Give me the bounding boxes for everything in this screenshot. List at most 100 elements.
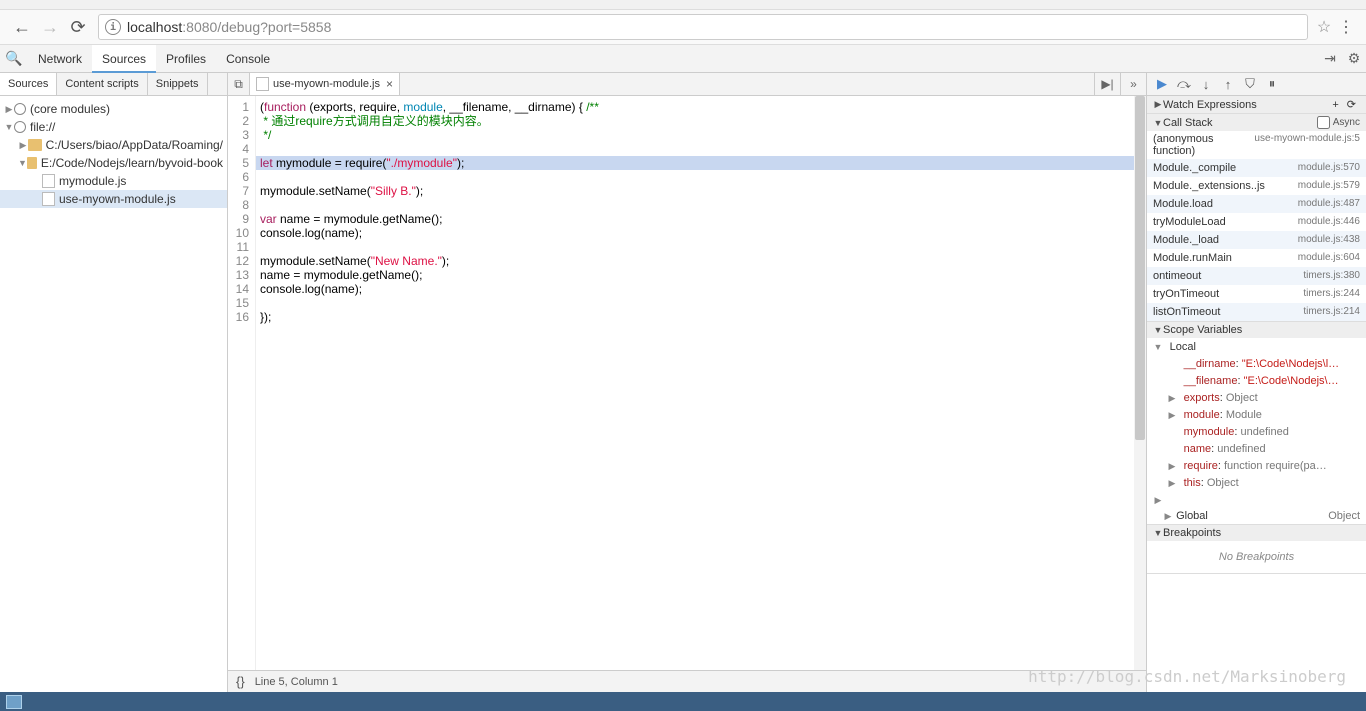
- code-editor[interactable]: 12345678910111213141516 (function (expor…: [228, 96, 1146, 670]
- scope-header[interactable]: ▼Scope Variables: [1147, 322, 1366, 338]
- code-line[interactable]: console.log(name);: [256, 226, 1146, 240]
- stack-frame[interactable]: listOnTimeouttimers.js:214: [1147, 303, 1366, 321]
- windows-taskbar[interactable]: [0, 692, 1366, 711]
- close-icon[interactable]: ×: [386, 77, 393, 91]
- code-line[interactable]: mymodule.setName("New Name.");: [256, 254, 1146, 268]
- code-line[interactable]: var name = mymodule.getName();: [256, 212, 1146, 226]
- code-line[interactable]: [256, 170, 1146, 184]
- navigator-tabs: Sources Content scripts Snippets: [0, 73, 227, 96]
- scope-local[interactable]: ▼ Local: [1147, 338, 1366, 355]
- async-toggle[interactable]: Async: [1317, 116, 1360, 129]
- back-button[interactable]: ←: [8, 13, 36, 41]
- devtools-tabbar: 🔍 Network Sources Profiles Console ⇥ ⚙: [0, 45, 1366, 73]
- stack-frame[interactable]: Module._extensions..jsmodule.js:579: [1147, 177, 1366, 195]
- scrollbar-thumb[interactable]: [1135, 96, 1145, 440]
- stack-frame[interactable]: Module.runMainmodule.js:604: [1147, 249, 1366, 267]
- address-bar[interactable]: i localhost:8080/debug?port=5858: [98, 14, 1308, 40]
- code-line[interactable]: [256, 296, 1146, 310]
- code-line[interactable]: name = mymodule.getName();: [256, 268, 1146, 282]
- scope-variable[interactable]: ▶ module: Module: [1147, 406, 1366, 423]
- stack-frame[interactable]: Module._compilemodule.js:570: [1147, 159, 1366, 177]
- search-icon[interactable]: 🔍: [0, 50, 28, 67]
- settings-gear-icon[interactable]: ⚙: [1342, 50, 1366, 67]
- step-into-icon[interactable]: ↓: [1195, 77, 1217, 92]
- scope-variable[interactable]: __filename: "E:\Code\Nodejs\…: [1147, 372, 1366, 389]
- stack-frame[interactable]: ontimeouttimers.js:380: [1147, 267, 1366, 285]
- code-line[interactable]: * 通过require方式调用自定义的模块内容。: [256, 114, 1146, 128]
- bookmark-icon[interactable]: ☆: [1314, 17, 1334, 37]
- nav-tab-sources[interactable]: Sources: [0, 73, 57, 95]
- tab-network[interactable]: Network: [28, 45, 92, 73]
- tree-folder[interactable]: ▼E:/Code/Nodejs/learn/byvoid-book: [0, 154, 227, 172]
- scope-global[interactable]: ▶ Global Object: [1147, 508, 1366, 524]
- async-checkbox[interactable]: [1317, 116, 1330, 129]
- tree-folder[interactable]: ▶C:/Users/biao/AppData/Roaming/: [0, 136, 227, 154]
- stack-frame-current[interactable]: (anonymous function) use-myown-module.js…: [1147, 131, 1366, 159]
- scope-variable[interactable]: ▶ exports: Object: [1147, 389, 1366, 406]
- scrollbar-vertical[interactable]: [1134, 96, 1146, 670]
- code-line[interactable]: console.log(name);: [256, 282, 1146, 296]
- tab-profiles[interactable]: Profiles: [156, 45, 216, 73]
- scope-variable[interactable]: ▶ this: Object: [1147, 474, 1366, 491]
- add-watch-icon[interactable]: +: [1328, 99, 1342, 111]
- reload-button[interactable]: ⟳: [64, 13, 92, 41]
- file-tree: ▶(core modules) ▼file:// ▶C:/Users/biao/…: [0, 96, 227, 692]
- devtools-body: Sources Content scripts Snippets ▶(core …: [0, 73, 1366, 692]
- browser-menu-icon[interactable]: ⋮: [1334, 17, 1358, 37]
- code-line[interactable]: [256, 240, 1146, 254]
- pretty-print-icon[interactable]: {}: [236, 674, 245, 689]
- tab-history-icon[interactable]: ⧉: [228, 73, 250, 95]
- tab-sources[interactable]: Sources: [92, 45, 156, 73]
- refresh-watch-icon[interactable]: ⟳: [1343, 98, 1360, 111]
- code-line[interactable]: mymodule.setName("Silly B.");: [256, 184, 1146, 198]
- debugger-panel: ▶ ⤼ ↓ ↑ ⛉ ⏸ ▶Watch Expressions + ⟳ ▼Call…: [1146, 73, 1366, 692]
- stack-frame[interactable]: tryOnTimeouttimers.js:244: [1147, 285, 1366, 303]
- file-tab-label: use-myown-module.js: [273, 78, 380, 90]
- code-line[interactable]: let mymodule = require("./mymodule");: [256, 156, 1146, 170]
- code-line[interactable]: [256, 198, 1146, 212]
- callstack-section: ▼Call Stack Async (anonymous function) u…: [1147, 114, 1366, 322]
- file-icon: [256, 77, 269, 91]
- scope-variable[interactable]: ▶ require: function require(pa…: [1147, 457, 1366, 474]
- scope-variable[interactable]: __dirname: "E:\Code\Nodejs\l…: [1147, 355, 1366, 372]
- callstack-header[interactable]: ▼Call Stack Async: [1147, 114, 1366, 131]
- code-line[interactable]: [256, 142, 1146, 156]
- code-line[interactable]: */: [256, 128, 1146, 142]
- stack-frame[interactable]: Module.loadmodule.js:487: [1147, 195, 1366, 213]
- line-gutter[interactable]: 12345678910111213141516: [228, 96, 256, 670]
- info-icon[interactable]: i: [105, 19, 121, 35]
- run-snippet-icon[interactable]: ▶|: [1094, 73, 1120, 95]
- scope-empty[interactable]: ▶: [1147, 491, 1366, 508]
- browser-tabstrip: [0, 0, 1366, 10]
- scope-variable[interactable]: name: undefined: [1147, 440, 1366, 457]
- scope-variable[interactable]: mymodule: undefined: [1147, 423, 1366, 440]
- deactivate-breakpoints-icon[interactable]: ⛉: [1239, 76, 1261, 92]
- watch-section: ▶Watch Expressions + ⟳: [1147, 96, 1366, 114]
- code-content[interactable]: (function (exports, require, module, __f…: [256, 96, 1146, 670]
- code-line[interactable]: });: [256, 310, 1146, 324]
- stack-frame[interactable]: tryModuleLoadmodule.js:446: [1147, 213, 1366, 231]
- breakpoints-header[interactable]: ▼Breakpoints: [1147, 525, 1366, 541]
- tree-file-selected[interactable]: use-myown-module.js: [0, 190, 227, 208]
- nav-tab-content-scripts[interactable]: Content scripts: [57, 73, 147, 95]
- folder-icon: [27, 157, 37, 169]
- more-tabs-icon[interactable]: »: [1120, 73, 1146, 95]
- file-tab[interactable]: use-myown-module.js ×: [250, 73, 400, 95]
- browser-toolbar: ← → ⟳ i localhost:8080/debug?port=5858 ☆…: [0, 10, 1366, 45]
- drawer-toggle-icon[interactable]: ⇥: [1318, 50, 1342, 67]
- tree-file[interactable]: mymodule.js: [0, 172, 227, 190]
- resume-icon[interactable]: ▶: [1151, 76, 1173, 92]
- step-over-icon[interactable]: ⤼: [1173, 76, 1195, 92]
- taskbar-item[interactable]: [6, 695, 22, 709]
- editor-statusbar: {} Line 5, Column 1: [228, 670, 1146, 692]
- code-line[interactable]: (function (exports, require, module, __f…: [256, 100, 1146, 114]
- step-out-icon[interactable]: ↑: [1217, 77, 1239, 92]
- tab-console[interactable]: Console: [216, 45, 280, 73]
- watch-header[interactable]: ▶Watch Expressions + ⟳: [1147, 96, 1366, 113]
- tree-core-modules[interactable]: ▶(core modules): [0, 100, 227, 118]
- tree-file-root[interactable]: ▼file://: [0, 118, 227, 136]
- stack-frame[interactable]: Module._loadmodule.js:438: [1147, 231, 1366, 249]
- nav-tab-snippets[interactable]: Snippets: [148, 73, 208, 95]
- pause-exceptions-icon[interactable]: ⏸: [1261, 76, 1283, 92]
- forward-button[interactable]: →: [36, 13, 64, 41]
